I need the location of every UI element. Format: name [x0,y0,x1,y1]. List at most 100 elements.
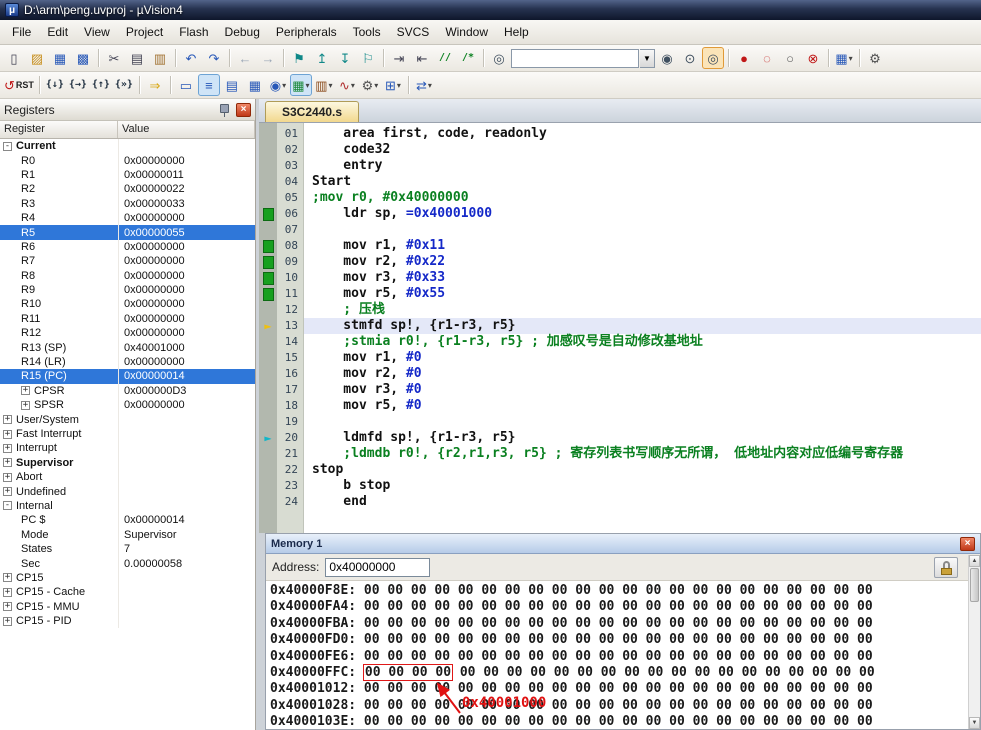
tree-expander-icon[interactable]: + [21,386,30,395]
comment-button[interactable]: // [434,47,456,69]
code-line[interactable]: 06 ldr sp, =0x40001000 [259,206,981,222]
lock-button[interactable] [934,557,958,578]
tree-expander-icon[interactable]: + [3,458,12,467]
tree-expander-icon[interactable]: + [21,401,30,410]
menu-edit[interactable]: Edit [39,21,76,43]
chevron-down-icon[interactable]: ▾ [397,81,401,90]
menu-file[interactable]: File [4,21,39,43]
tree-expander-icon[interactable]: - [3,501,12,510]
register-row[interactable]: R40x00000000 [0,211,255,225]
serial-window-button[interactable]: ▥▾ [313,74,335,96]
register-row[interactable]: R10x00000011 [0,168,255,182]
chevron-down-icon[interactable]: ▾ [282,81,286,90]
outdent-button[interactable]: ⇤ [411,47,433,69]
memory-window-button[interactable]: ▦▾ [290,74,312,96]
code-line[interactable]: 03 entry [259,158,981,174]
register-row[interactable]: +Supervisor [0,456,255,470]
code-line[interactable]: 05;mov r0, #0x40000000 [259,190,981,206]
code-line[interactable]: 09 mov r2, #0x22 [259,254,981,270]
register-row[interactable]: +CP15 - Cache [0,585,255,599]
code-line[interactable]: 01 area first, code, readonly [259,126,981,142]
code-line[interactable]: 18 mov r5, #0 [259,398,981,414]
menu-view[interactable]: View [76,21,118,43]
tree-expander-icon[interactable]: + [3,573,12,582]
register-row[interactable]: +Abort [0,470,255,484]
cut-button[interactable]: ✂ [103,47,125,69]
menu-help[interactable]: Help [496,21,537,43]
copy-button[interactable]: ▤ [126,47,148,69]
register-row[interactable]: R20x00000022 [0,182,255,196]
watch-window-button[interactable]: ◉▾ [267,74,289,96]
toggle-bookmark-button[interactable]: ⚑ [288,47,310,69]
register-row[interactable]: R50x00000055 [0,225,255,239]
tree-expander-icon[interactable]: + [3,430,12,439]
disassembly-window-button[interactable]: ≡ [198,74,220,96]
tree-expander-icon[interactable]: + [3,444,12,453]
restore-views-button[interactable]: ⇄▾ [413,74,435,96]
indent-button[interactable]: ⇥ [388,47,410,69]
run-to-cursor-button[interactable]: {»} [113,74,135,96]
register-row[interactable]: +Fast Interrupt [0,427,255,441]
menu-flash[interactable]: Flash [171,21,216,43]
register-row[interactable]: R00x00000000 [0,153,255,167]
uncomment-button[interactable]: /* [457,47,479,69]
register-row[interactable]: R100x00000000 [0,297,255,311]
navigate-forward-button[interactable]: → [257,47,279,69]
register-row[interactable]: R30x00000033 [0,197,255,211]
find-combo-dropdown-icon[interactable]: ▼ [640,49,655,68]
code-line[interactable]: 07 [259,222,981,238]
code-line[interactable]: 23 b stop [259,478,981,494]
goto-next-statement-button[interactable]: ⇒ [144,74,166,96]
menu-project[interactable]: Project [118,21,171,43]
menu-svcs[interactable]: SVCS [389,21,438,43]
step-button[interactable]: {↓} [44,74,66,96]
find-in-files-button[interactable]: ◎ [488,47,510,69]
tree-expander-icon[interactable]: - [3,142,12,151]
scroll-up-icon[interactable]: ▲ [969,555,980,567]
chevron-down-icon[interactable]: ▾ [306,81,310,90]
code-line[interactable]: 10 mov r3, #0x33 [259,270,981,286]
tab-s3c2440[interactable]: S3C2440.s [265,101,359,122]
kill-all-breakpoints-button[interactable]: ⊗ [802,47,824,69]
code-line[interactable]: 14 ;stmia r0!, {r1-r3, r5} ; 加感叹号是自动修改基地… [259,334,981,350]
command-window-button[interactable]: ▭ [175,74,197,96]
code-line[interactable]: 19 [259,414,981,430]
code-line[interactable]: 22stop [259,462,981,478]
register-row[interactable]: +Interrupt [0,441,255,455]
tree-expander-icon[interactable]: + [3,617,12,626]
register-column-label[interactable]: Register [0,121,118,138]
code-line[interactable]: 11 mov r5, #0x55 [259,286,981,302]
next-bookmark-button[interactable]: ↧ [334,47,356,69]
registers-close-button[interactable]: × [236,103,251,117]
register-row[interactable]: R80x00000000 [0,269,255,283]
find-button[interactable]: ◉ [656,47,678,69]
system-viewer-button[interactable]: ⚙▾ [359,74,381,96]
open-file-button[interactable]: ▨ [26,47,48,69]
register-row[interactable]: R110x00000000 [0,312,255,326]
tree-expander-icon[interactable]: + [3,487,12,496]
chevron-down-icon[interactable]: ▾ [329,81,333,90]
code-line[interactable]: 21 ;ldmdb r0!, {r2,r1,r3, r5} ; 寄存列表书写顺序… [259,446,981,462]
register-row[interactable]: +CP15 [0,571,255,585]
address-input[interactable] [325,558,430,577]
code-line[interactable]: 02 code32 [259,142,981,158]
register-row[interactable]: -Internal [0,499,255,513]
analysis-window-button[interactable]: ∿▾ [336,74,358,96]
step-over-button[interactable]: {→} [67,74,89,96]
code-editor[interactable]: 01 area first, code, readonly02 code3203… [259,123,981,533]
register-row[interactable]: R15 (PC)0x00000014 [0,369,255,383]
code-line[interactable]: 17 mov r3, #0 [259,382,981,398]
register-row[interactable]: +Undefined [0,484,255,498]
register-row[interactable]: Sec0.00000058 [0,556,255,570]
configure-target-button[interactable]: ⚙ [864,47,886,69]
chevron-down-icon[interactable]: ▾ [849,54,853,63]
navigate-back-button[interactable]: ← [234,47,256,69]
menu-tools[interactable]: Tools [345,21,389,43]
window-views-button[interactable]: ▦▾ [833,47,855,69]
tree-expander-icon[interactable]: + [3,473,12,482]
code-line[interactable]: 08 mov r1, #0x11 [259,238,981,254]
tree-expander-icon[interactable]: + [3,415,12,424]
code-line[interactable]: ►13 stmfd sp!, {r1-r3, r5} [259,318,981,334]
code-line[interactable]: 04Start [259,174,981,190]
register-row[interactable]: +CPSR0x000000D3 [0,384,255,398]
